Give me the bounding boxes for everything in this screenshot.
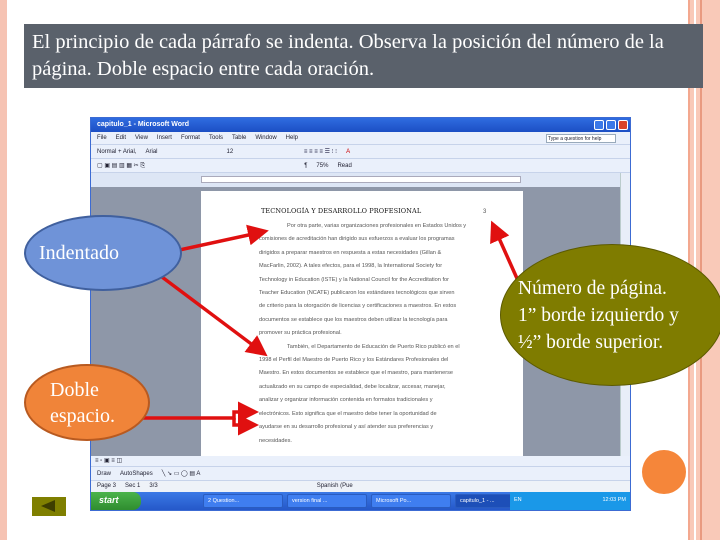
callout-text: espacio.	[50, 404, 115, 427]
page-number-callout: Número de página. 1” borde izquierdo y ½” …	[500, 244, 720, 386]
callout-text: 1” borde izquierdo y	[518, 304, 679, 326]
callout-text: ½” borde superior.	[518, 331, 664, 353]
back-button[interactable]	[32, 497, 66, 516]
callout-text: Indentado	[39, 241, 119, 264]
arrow-double-1	[132, 401, 259, 423]
orange-circle-decoration	[642, 450, 686, 494]
callout-text: Número de página.	[518, 277, 667, 299]
doble-espacio-callout: Doble espacio.	[24, 364, 150, 441]
callout-text: Doble	[50, 378, 99, 401]
indentado-callout: Indentado	[24, 215, 182, 291]
arrow-double-2	[232, 414, 259, 436]
